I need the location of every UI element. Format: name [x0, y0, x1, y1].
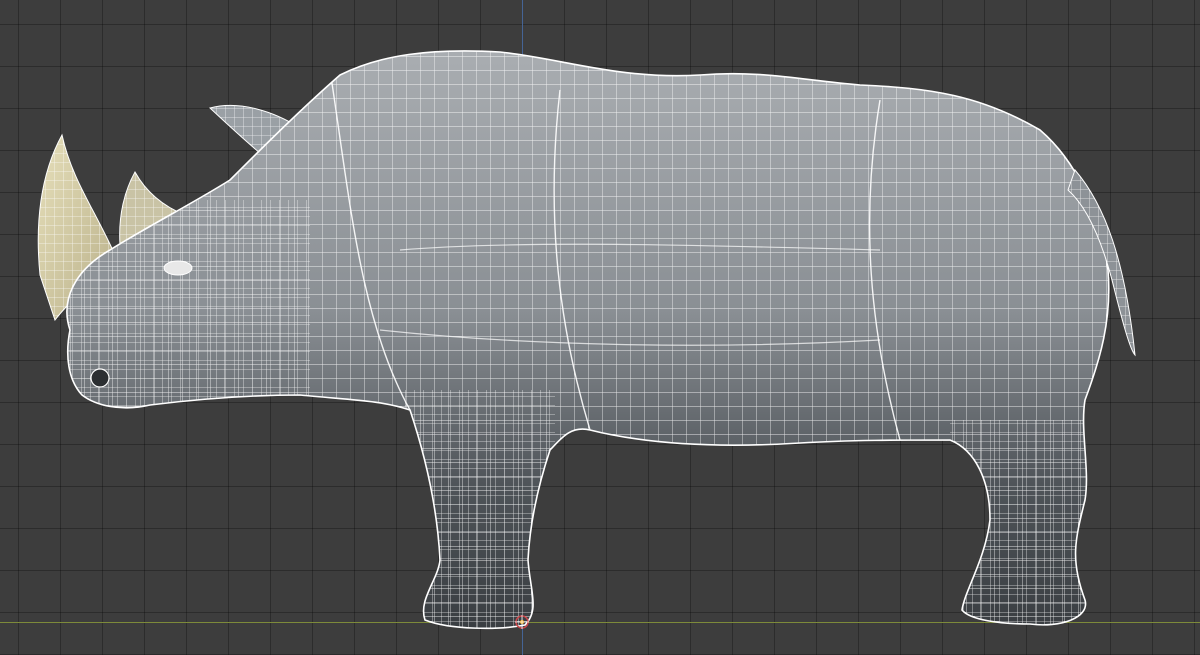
nostril — [90, 368, 110, 388]
3d-viewport[interactable] — [0, 0, 1200, 655]
object-origin-icon[interactable] — [514, 614, 530, 630]
eye — [163, 260, 193, 276]
rhino-model[interactable] — [0, 0, 1200, 655]
